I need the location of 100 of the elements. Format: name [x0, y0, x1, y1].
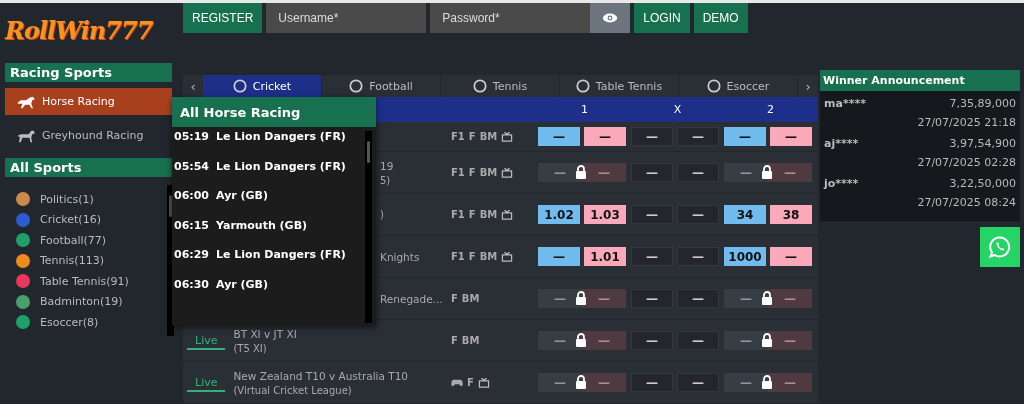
- lay-odds-cell[interactable]: 38: [770, 205, 812, 224]
- back-odds-cell[interactable]: —: [631, 163, 673, 182]
- market-tag: F: [451, 335, 458, 346]
- league-name: (Virtual Cricket League): [233, 384, 353, 396]
- previous-tab-button[interactable]: ‹: [183, 78, 203, 94]
- winner-amount: 3,97,54,900: [949, 137, 1016, 150]
- sport-tab[interactable]: Cricket: [203, 75, 322, 97]
- market-tag: F: [468, 209, 476, 220]
- winner-date: 27/07/2025 21:18: [917, 116, 1016, 129]
- tv-icon: [501, 209, 514, 220]
- password-field[interactable]: Password*: [430, 3, 591, 33]
- sidebar-item[interactable]: Football(77): [15, 232, 167, 248]
- username-field[interactable]: Username*: [266, 3, 427, 33]
- race-item[interactable]: 06:15 Yarmouth (GB): [174, 218, 365, 232]
- lock-icon: [761, 291, 773, 305]
- back-odds-cell[interactable]: —: [631, 373, 673, 392]
- race-item[interactable]: 06:30 Ayr (GB): [174, 277, 365, 291]
- match-name[interactable]: Knights: [380, 250, 420, 263]
- back-odds-cell[interactable]: —: [631, 247, 673, 266]
- lay-odds-cell[interactable]: —: [677, 127, 719, 146]
- sidebar-item[interactable]: Cricket(16): [15, 211, 167, 228]
- back-odds-cell[interactable]: —: [538, 127, 580, 146]
- back-odds-cell[interactable]: —: [724, 373, 768, 392]
- race-item[interactable]: 05:54 Le Lion Dangers (FR): [174, 159, 365, 173]
- back-odds-cell[interactable]: —: [538, 163, 582, 182]
- sport-icon: [15, 273, 31, 289]
- lay-odds-cell[interactable]: —: [584, 127, 626, 146]
- horse-icon: [15, 94, 37, 109]
- back-odds-cell[interactable]: —: [724, 127, 766, 146]
- match-name[interactable]: Renegade...: [380, 292, 443, 305]
- match-name[interactable]: New Zealand T10 v Australia T10: [233, 369, 409, 382]
- winner-amount: 7,35,89,000: [949, 97, 1016, 110]
- lay-odds-cell[interactable]: 1.01: [584, 247, 626, 266]
- lock-icon: [761, 375, 773, 389]
- market-tag: F1: [451, 167, 465, 178]
- back-odds-cell[interactable]: —: [538, 289, 582, 308]
- logo[interactable]: RollWin777: [5, 3, 170, 59]
- race-item[interactable]: 06:00 Ayr (GB): [174, 189, 365, 202]
- back-odds-cell[interactable]: —: [538, 331, 582, 350]
- race-item[interactable]: 06:29 Le Lion Dangers (FR): [174, 248, 365, 261]
- panel-title: Winner Announcement: [820, 70, 1020, 91]
- live-badge: Live: [187, 373, 226, 392]
- tv-icon: [477, 377, 490, 388]
- market-tag: BM: [461, 335, 480, 346]
- sidebar-item[interactable]: Esoccer(8): [15, 314, 167, 330]
- winner-name: ma****: [824, 97, 866, 112]
- market-tag: BM: [479, 131, 498, 142]
- lay-odds-cell[interactable]: —: [677, 205, 719, 224]
- next-tab-button[interactable]: ›: [798, 78, 818, 94]
- sidebar-item[interactable]: Tennis(113): [15, 252, 167, 269]
- league-name: ): [380, 209, 384, 220]
- login-button[interactable]: LOGIN: [634, 3, 690, 33]
- sidebar-item[interactable]: Badminton(19): [15, 293, 167, 310]
- winner-date: 27/07/2025 02:28: [917, 156, 1016, 169]
- lock-icon: [575, 165, 587, 179]
- show-password-button[interactable]: [590, 3, 631, 33]
- tv-icon: [501, 251, 514, 262]
- back-odds-cell[interactable]: —: [724, 163, 768, 182]
- back-odds-cell[interactable]: —: [631, 331, 673, 350]
- back-odds-cell[interactable]: —: [631, 289, 673, 308]
- tv-icon: [501, 167, 514, 178]
- register-button[interactable]: REGISTER: [183, 3, 263, 33]
- lay-odds-cell[interactable]: 1.03: [584, 205, 626, 224]
- sidebar-item[interactable]: Table Tennis(91): [15, 273, 167, 289]
- back-odds-cell[interactable]: —: [724, 331, 768, 350]
- demo-button[interactable]: DEMO: [693, 3, 748, 33]
- lay-odds-cell[interactable]: —: [677, 373, 719, 392]
- ball-icon: [575, 79, 590, 93]
- lay-odds-cell[interactable]: —: [677, 331, 719, 350]
- dog-icon: [15, 128, 37, 143]
- back-odds-cell[interactable]: —: [631, 205, 673, 224]
- lay-odds-cell[interactable]: —: [770, 127, 812, 146]
- market-tag: F1: [451, 209, 465, 220]
- match-name[interactable]: 19: [380, 159, 394, 172]
- section-header: Racing Sports: [5, 63, 172, 82]
- lay-odds-cell[interactable]: —: [677, 163, 719, 182]
- scrollbar[interactable]: [365, 131, 372, 323]
- match-name[interactable]: BT XI v JT XI: [233, 327, 297, 340]
- sidebar-item[interactable]: Horse Racing: [5, 88, 172, 115]
- back-odds-cell[interactable]: —: [724, 289, 768, 308]
- market-tag: F: [467, 377, 474, 388]
- sport-icon: [15, 252, 31, 269]
- sidebar-item[interactable]: Politics(1): [15, 191, 167, 207]
- back-odds-cell[interactable]: 34: [724, 205, 766, 224]
- back-odds-cell[interactable]: —: [538, 247, 580, 266]
- lay-odds-cell[interactable]: —: [677, 289, 719, 308]
- back-odds-cell[interactable]: 1.02: [538, 205, 580, 224]
- back-odds-cell[interactable]: —: [538, 373, 582, 392]
- tv-icon: [501, 131, 514, 142]
- lay-odds-cell[interactable]: —: [677, 247, 719, 266]
- sport-icon: [15, 211, 31, 228]
- back-odds-cell[interactable]: —: [631, 127, 673, 146]
- race-item[interactable]: 05:19 Le Lion Dangers (FR): [174, 130, 365, 143]
- market-tag: F: [468, 167, 476, 178]
- lay-odds-cell[interactable]: —: [770, 247, 812, 266]
- chat-button[interactable]: [980, 227, 1020, 267]
- sidebar-item[interactable]: Greyhound Racing: [5, 122, 172, 149]
- back-odds-cell[interactable]: 1000: [724, 247, 766, 266]
- dropdown-title: All Horse Racing: [172, 97, 376, 127]
- lock-icon: [575, 333, 587, 347]
